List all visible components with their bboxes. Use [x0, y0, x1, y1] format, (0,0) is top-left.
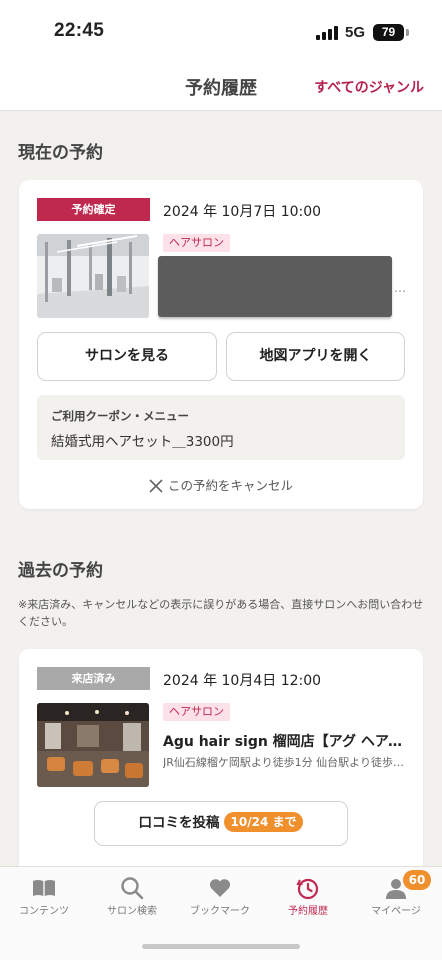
- genre-tag: ヘアサロン: [163, 703, 230, 721]
- current-reservation-card: 予約確定 2024 年 10月7日 10:00 ヘアサロン … サロンを見る 地…: [19, 180, 423, 509]
- current-reservations-heading: 現在の予約: [18, 143, 103, 163]
- tab-salon-search[interactable]: サロン検索: [88, 867, 176, 925]
- tab-label: コンテンツ: [19, 906, 69, 917]
- coupon-menu-label: ご利用クーポン・メニュー: [51, 409, 189, 423]
- home-indicator[interactable]: [142, 944, 300, 949]
- cancel-reservation-label: この予約をキャンセル: [167, 478, 293, 493]
- book-icon: [32, 876, 56, 900]
- coupon-menu-box: ご利用クーポン・メニュー 結婚式用ヘアセット＿3300円: [37, 395, 405, 460]
- status-badge-visited: 来店済み: [37, 667, 150, 690]
- view-salon-button[interactable]: サロンを見る: [37, 332, 217, 381]
- history-icon: [296, 876, 320, 900]
- open-map-app-button[interactable]: 地図アプリを開く: [226, 332, 405, 381]
- status-bar: 22:45 5G 79: [0, 0, 442, 62]
- past-reservations-notice: ※来店済み、キャンセルなどの表示に誤りがある場合、直接サロンへお問い合わせくださ…: [18, 598, 424, 628]
- genre-tag: ヘアサロン: [163, 234, 230, 252]
- salon-name-overflow: …: [394, 281, 406, 295]
- all-genres-link[interactable]: すべてのジャンル: [314, 77, 424, 97]
- tab-contents[interactable]: コンテンツ: [0, 867, 88, 925]
- heart-icon: [208, 876, 232, 900]
- review-deadline-badge: 10/24 まで: [223, 812, 304, 832]
- reservation-datetime: 2024 年 10月4日 12:00: [163, 673, 322, 689]
- nav-header: 予約履歴 すべてのジャンル: [0, 62, 442, 111]
- tab-bookmark[interactable]: ブックマーク: [176, 867, 264, 925]
- tab-mypage[interactable]: 60 マイページ: [352, 867, 440, 925]
- past-reservations-heading: 過去の予約: [18, 561, 103, 581]
- tab-label: マイページ: [371, 906, 421, 917]
- close-icon: [149, 479, 163, 496]
- tab-label: サロン検索: [107, 906, 157, 917]
- tab-label: ブックマーク: [190, 906, 250, 917]
- tab-reservation-history[interactable]: 予約履歴: [264, 867, 352, 925]
- salon-name[interactable]: Agu hair sign 榴岡店【アグ ヘアー サイン】: [163, 731, 413, 751]
- search-icon: [120, 876, 144, 900]
- network-type: 5G: [345, 24, 366, 41]
- status-time: 22:45: [54, 20, 105, 41]
- cancel-reservation-button[interactable]: この予約をキャンセル: [19, 475, 423, 496]
- coupon-menu-value: 結婚式用ヘアセット＿3300円: [51, 434, 234, 450]
- salon-photo[interactable]: [37, 234, 149, 318]
- post-review-label: 口コミを投稿: [138, 815, 220, 831]
- battery-icon: 79: [373, 24, 404, 41]
- tab-label: 予約履歴: [288, 906, 328, 917]
- cellular-signal-icon: [316, 26, 340, 40]
- salon-access: JR仙石線榴ケ岡駅より徒歩1分 仙台駅より徒歩10分: [163, 756, 405, 769]
- battery-tip: [406, 29, 409, 36]
- notification-badge: 60: [403, 870, 431, 890]
- salon-name-redacted: [158, 256, 392, 317]
- reservation-datetime: 2024 年 10月7日 10:00: [163, 204, 322, 220]
- post-review-button[interactable]: 口コミを投稿 10/24 まで: [94, 801, 348, 846]
- salon-photo[interactable]: [37, 703, 149, 787]
- past-reservation-card: 来店済み 2024 年 10月4日 12:00 ヘアサロン Agu hair s…: [19, 649, 423, 889]
- status-badge-confirmed: 予約確定: [37, 198, 150, 221]
